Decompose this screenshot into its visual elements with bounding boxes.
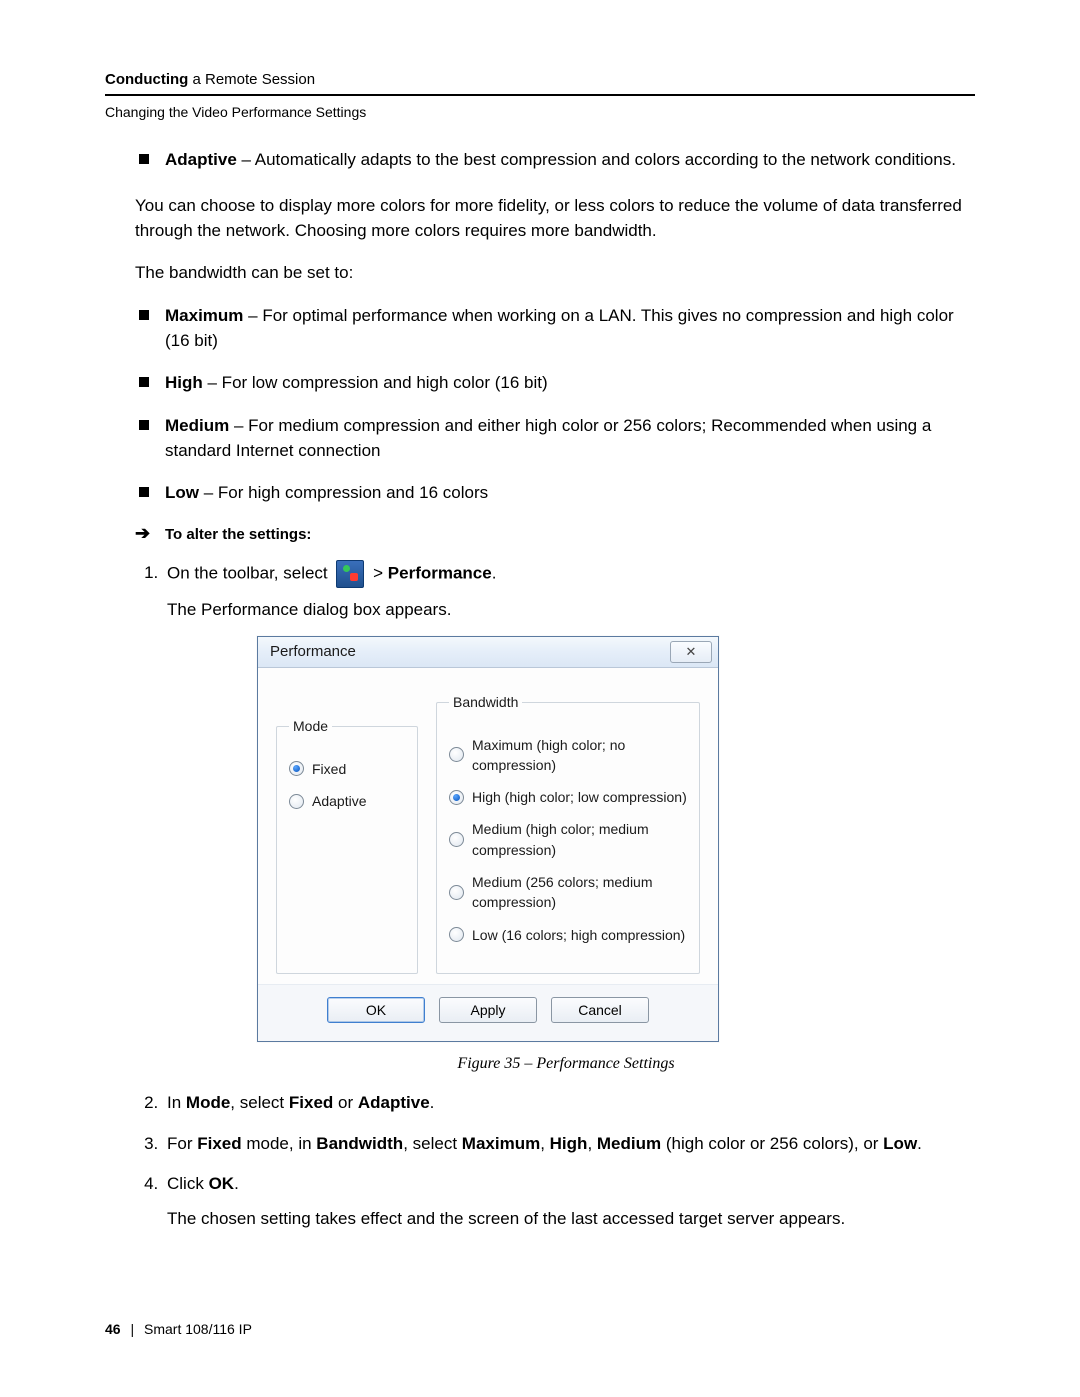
bw-option-low[interactable]: Low (16 colors; high compression) bbox=[449, 925, 687, 945]
radio-icon bbox=[449, 927, 464, 942]
bullet-adaptive: Adaptive – Automatically adapts to the b… bbox=[135, 148, 965, 173]
step-3: For Fixed mode, in Bandwidth, select Max… bbox=[163, 1132, 965, 1157]
mode-fieldset: Mode Fixed Adaptive bbox=[276, 716, 418, 974]
radio-icon bbox=[289, 794, 304, 809]
ok-button[interactable]: OK bbox=[327, 997, 425, 1023]
performance-dialog: Performance ✕ Mode Fixed bbox=[257, 636, 719, 1042]
bandwidth-legend: Bandwidth bbox=[449, 692, 522, 712]
bw-option-medium-256[interactable]: Medium (256 colors; medium compression) bbox=[449, 872, 687, 913]
page-footer: 46 | Smart 108/116 IP bbox=[105, 1321, 252, 1337]
to-alter-heading: ➔ To alter the settings: bbox=[135, 524, 965, 546]
adaptive-bullet-list: Adaptive – Automatically adapts to the b… bbox=[135, 148, 965, 173]
step-1: On the toolbar, select > Performance. Th… bbox=[163, 560, 965, 1076]
bandwidth-fieldset: Bandwidth Maximum (high color; no compre… bbox=[436, 692, 700, 974]
close-icon: ✕ bbox=[686, 643, 697, 662]
para-color-choice: You can choose to display more colors fo… bbox=[135, 194, 965, 243]
bullet-bw-high: High – For low compression and high colo… bbox=[135, 371, 965, 396]
dialog-titlebar: Performance ✕ bbox=[258, 637, 718, 668]
bullet-adaptive-lead: Adaptive bbox=[165, 150, 237, 169]
running-head-rest: a Remote Session bbox=[188, 71, 315, 88]
running-head-bold: Conducting bbox=[105, 71, 188, 88]
bullet-adaptive-text: – Automatically adapts to the best compr… bbox=[237, 150, 956, 169]
radio-icon bbox=[289, 761, 304, 776]
mode-legend: Mode bbox=[289, 716, 332, 736]
page-number: 46 bbox=[105, 1321, 121, 1337]
radio-icon bbox=[449, 885, 464, 900]
radio-icon bbox=[449, 832, 464, 847]
running-head: Conducting a Remote Session bbox=[105, 70, 975, 90]
bullet-bw-maximum: Maximum – For optimal performance when w… bbox=[135, 304, 965, 353]
bw-option-medium-high[interactable]: Medium (high color; medium compression) bbox=[449, 819, 687, 860]
dialog-footer: OK Apply Cancel bbox=[258, 984, 718, 1041]
bullet-bw-low: Low – For high compression and 16 colors bbox=[135, 481, 965, 506]
para-bandwidth-intro: The bandwidth can be set to: bbox=[135, 261, 965, 286]
footer-separator: | bbox=[130, 1321, 134, 1337]
bw-option-maximum[interactable]: Maximum (high color; no compression) bbox=[449, 735, 687, 776]
dialog-title: Performance bbox=[270, 641, 356, 663]
figure-performance-dialog: Performance ✕ Mode Fixed bbox=[257, 636, 965, 1042]
step-4: Click OK. The chosen setting takes effec… bbox=[163, 1172, 965, 1231]
radio-icon bbox=[449, 747, 464, 762]
settings-icon bbox=[336, 560, 364, 588]
arrow-icon: ➔ bbox=[135, 524, 150, 542]
mode-option-adaptive[interactable]: Adaptive bbox=[289, 791, 405, 811]
bullet-bw-medium: Medium – For medium compression and eith… bbox=[135, 414, 965, 463]
footer-product: Smart 108/116 IP bbox=[144, 1321, 252, 1337]
apply-button[interactable]: Apply bbox=[439, 997, 537, 1023]
step-4-subtext: The chosen setting takes effect and the … bbox=[167, 1207, 965, 1232]
header-divider bbox=[105, 94, 975, 96]
steps-list: On the toolbar, select > Performance. Th… bbox=[135, 560, 965, 1232]
bw-option-high[interactable]: High (high color; low compression) bbox=[449, 787, 687, 807]
radio-icon bbox=[449, 790, 464, 805]
step-1-subtext: The Performance dialog box appears. bbox=[167, 598, 965, 623]
bandwidth-bullet-list: Maximum – For optimal performance when w… bbox=[135, 304, 965, 506]
mode-option-fixed[interactable]: Fixed bbox=[289, 759, 405, 779]
step-2: In Mode, select Fixed or Adaptive. bbox=[163, 1091, 965, 1116]
cancel-button[interactable]: Cancel bbox=[551, 997, 649, 1023]
close-button[interactable]: ✕ bbox=[670, 641, 712, 663]
section-subtitle: Changing the Video Performance Settings bbox=[105, 104, 975, 120]
figure-caption: Figure 35 – Performance Settings bbox=[167, 1052, 965, 1075]
